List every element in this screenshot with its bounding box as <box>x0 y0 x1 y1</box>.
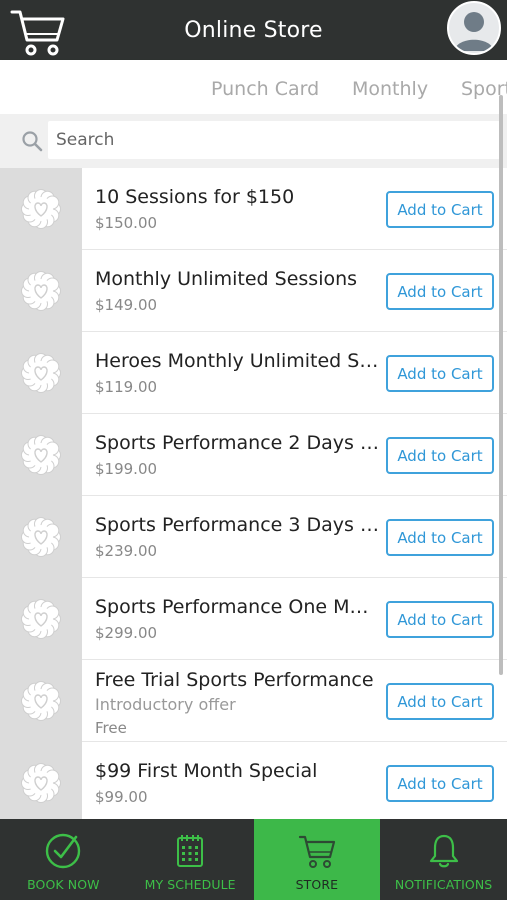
product-price: $99.00 <box>95 788 148 806</box>
product-price: $199.00 <box>95 460 158 478</box>
nav-notifications[interactable]: NOTIFICATIONS <box>380 819 507 900</box>
product-image <box>0 578 82 660</box>
page-title: Online Store <box>184 17 323 43</box>
product-name: Sports Performance 2 Days a Week <box>95 432 380 454</box>
product-subtitle: Introductory offer <box>95 695 236 714</box>
list-item[interactable]: Monthly Unlimited Sessions $149.00 Add t… <box>0 250 507 332</box>
product-placeholder-icon <box>21 763 61 803</box>
add-to-cart-button[interactable]: Add to Cart <box>386 273 494 310</box>
add-to-cart-button[interactable]: Add to Cart <box>386 519 494 556</box>
product-price: $299.00 <box>95 624 158 642</box>
product-price: $150.00 <box>95 214 158 232</box>
product-image <box>0 742 82 819</box>
product-name: $99 First Month Special <box>95 760 318 782</box>
search-bar <box>0 114 507 168</box>
nav-store[interactable]: STORE <box>253 819 381 900</box>
nav-book-now[interactable]: BOOK NOW <box>0 819 127 900</box>
add-to-cart-button[interactable]: Add to Cart <box>386 765 494 802</box>
product-name: Monthly Unlimited Sessions <box>95 268 358 290</box>
search-input[interactable] <box>48 121 500 159</box>
checkmark-circle-icon <box>46 833 81 869</box>
list-item[interactable]: 10 Sessions for $150 $150.00 Add to Cart <box>0 168 507 250</box>
list-item[interactable]: Free Trial Sports Performance Introducto… <box>0 660 507 742</box>
product-image <box>0 414 82 496</box>
add-to-cart-button[interactable]: Add to Cart <box>386 355 494 392</box>
list-item[interactable]: $99 First Month Special $99.00 Add to Ca… <box>0 742 507 819</box>
product-placeholder-icon <box>21 271 61 311</box>
list-item[interactable]: Sports Performance 3 Days a Week $239.00… <box>0 496 507 578</box>
product-image <box>0 332 82 414</box>
nav-label: MY SCHEDULE <box>144 877 236 892</box>
product-image <box>0 496 82 578</box>
nav-label: BOOK NOW <box>27 877 100 892</box>
product-placeholder-icon <box>21 517 61 557</box>
tab-monthly[interactable]: Monthly <box>352 78 428 100</box>
product-image <box>0 168 82 250</box>
product-price: Free <box>95 719 127 737</box>
shopping-cart-icon <box>298 835 335 868</box>
product-placeholder-icon <box>21 681 61 721</box>
top-bar: Online Store <box>0 0 507 60</box>
product-name: Heroes Monthly Unlimited Sessions <box>95 350 380 372</box>
add-to-cart-button[interactable]: Add to Cart <box>386 437 494 474</box>
product-name: Free Trial Sports Performance <box>95 669 374 691</box>
product-image <box>0 660 82 742</box>
list-item[interactable]: Sports Performance 2 Days a Week $199.00… <box>0 414 507 496</box>
scrollbar[interactable] <box>499 95 503 675</box>
product-name: Sports Performance 3 Days a Week <box>95 514 380 536</box>
product-name: Sports Performance One Month <box>95 596 380 618</box>
add-to-cart-button[interactable]: Add to Cart <box>386 683 494 720</box>
bell-icon <box>429 834 458 868</box>
product-price: $119.00 <box>95 378 158 396</box>
product-placeholder-icon <box>21 189 61 229</box>
nav-label: STORE <box>295 877 339 892</box>
nav-my-schedule[interactable]: MY SCHEDULE <box>127 819 254 900</box>
add-to-cart-button[interactable]: Add to Cart <box>386 191 494 228</box>
product-placeholder-icon <box>21 353 61 393</box>
bottom-nav: BOOK NOW MY SCHEDULE STORE NOTIFICATIONS <box>0 819 507 900</box>
product-price: $239.00 <box>95 542 158 560</box>
list-item[interactable]: Sports Performance One Month $299.00 Add… <box>0 578 507 660</box>
product-placeholder-icon <box>21 599 61 639</box>
user-avatar-icon[interactable] <box>447 1 501 55</box>
product-name: 10 Sessions for $150 <box>95 186 295 208</box>
search-icon <box>22 131 43 152</box>
nav-label: NOTIFICATIONS <box>394 877 493 892</box>
shopping-cart-icon[interactable] <box>10 8 66 58</box>
tab-punch-card[interactable]: Punch Card <box>211 78 319 100</box>
calendar-icon <box>177 835 204 867</box>
product-image <box>0 250 82 332</box>
list-item[interactable]: Heroes Monthly Unlimited Sessions $119.0… <box>0 332 507 414</box>
category-tabs: Punch Card Monthly Sports <box>0 60 507 114</box>
product-placeholder-icon <box>21 435 61 475</box>
product-list: 10 Sessions for $150 $150.00 Add to Cart… <box>0 168 507 819</box>
add-to-cart-button[interactable]: Add to Cart <box>386 601 494 638</box>
product-price: $149.00 <box>95 296 158 314</box>
